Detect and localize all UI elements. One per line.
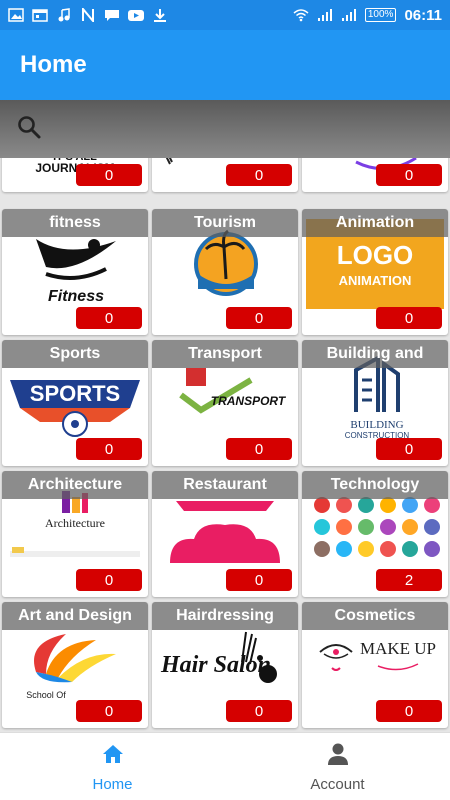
signal-icon-2: [341, 8, 357, 22]
category-card-transport[interactable]: TRANSPORT Transport 0: [152, 340, 298, 466]
category-card-hairdressing[interactable]: Hair Salon Hairdressing 0: [152, 602, 298, 728]
card-count-badge: 0: [76, 438, 142, 460]
svg-text:ANIMATION: ANIMATION: [339, 273, 412, 288]
card-logo-text: School Of: [26, 690, 66, 700]
calendar-icon: [32, 8, 48, 22]
card-count-badge: 0: [226, 307, 292, 329]
category-card-tourism[interactable]: Tourism 0: [152, 209, 298, 335]
card-count-badge: 0: [76, 307, 142, 329]
n-icon: [80, 6, 96, 24]
card-title: Hairdressing: [152, 602, 298, 630]
svg-text:LOGO: LOGO: [337, 240, 414, 270]
card-title: Tourism: [152, 209, 298, 237]
card-title: Architecture: [2, 471, 148, 499]
card-logo-text: TRANSPORT: [211, 394, 287, 408]
message-icon: [104, 8, 120, 22]
category-card-art-and-design[interactable]: School Of Art and Design 0: [2, 602, 148, 728]
card-count-badge: 0: [76, 164, 142, 186]
category-grid: IT'S ALLJOURNALISM 0 0 0 Fitness fitness…: [0, 158, 450, 732]
category-card-fitness[interactable]: Fitness fitness 0: [2, 209, 148, 335]
wifi-icon: [293, 8, 309, 22]
card-count-badge: 0: [376, 700, 442, 722]
page-title: Home: [20, 51, 87, 78]
nav-home[interactable]: Home: [0, 733, 225, 800]
category-card-partial-1[interactable]: IT'S ALLJOURNALISM 0: [2, 158, 148, 192]
card-count-badge: 0: [226, 700, 292, 722]
card-count-badge: 0: [226, 438, 292, 460]
clock: 06:11: [404, 6, 442, 24]
card-count-badge: 0: [226, 569, 292, 591]
category-card-partial-2[interactable]: 0: [152, 158, 298, 192]
card-title: Technology: [302, 471, 448, 499]
card-logo-text: Architecture: [45, 516, 105, 530]
download-icon: [152, 8, 168, 22]
battery-indicator: 100%: [364, 8, 397, 22]
card-count-badge: 0: [76, 700, 142, 722]
category-card-sports[interactable]: SPORTS Sports 0: [2, 340, 148, 466]
search-icon[interactable]: [16, 114, 42, 145]
card-logo-text: Hair Salon: [160, 652, 271, 678]
svg-text:BUILDING: BUILDING: [350, 419, 403, 431]
nav-account-label: Account: [310, 775, 365, 793]
card-count-badge: 2: [376, 569, 442, 591]
card-title: Transport: [152, 340, 298, 368]
card-count-badge: 0: [376, 164, 442, 186]
youtube-icon: [128, 8, 144, 22]
category-card-architecture[interactable]: Architecture Architecture 0: [2, 471, 148, 597]
card-title: Cosmetics: [302, 602, 448, 630]
account-icon[interactable]: [325, 741, 351, 772]
search-bar[interactable]: [0, 100, 450, 158]
category-card-technology[interactable]: Technology 2: [302, 471, 448, 597]
card-logo-text: Fitness: [48, 288, 104, 305]
music-icon: [56, 8, 72, 22]
category-card-animation[interactable]: LOGO ANIMATION Animation 0: [302, 209, 448, 335]
bottom-navigation: Home Account: [0, 732, 450, 800]
card-count-badge: 0: [226, 164, 292, 186]
card-logo-text: SPORTS: [30, 381, 120, 406]
signal-icon: [317, 8, 333, 22]
card-count-badge: 0: [376, 438, 442, 460]
card-logo-text: MAKE UP: [360, 639, 436, 658]
card-title: Animation: [302, 209, 448, 237]
nav-home-label: Home: [92, 775, 133, 793]
app-bar: Home: [0, 30, 450, 100]
card-count-badge: 0: [376, 307, 442, 329]
home-icon[interactable]: [100, 741, 126, 772]
category-card-partial-3[interactable]: 0: [302, 158, 448, 192]
image-icon: [8, 8, 24, 22]
category-card-building[interactable]: BUILDING CONSTRUCTION Building and 0: [302, 340, 448, 466]
card-count-badge: 0: [76, 569, 142, 591]
app-screen: 100% 06:11 Home IT'S ALLJOURNALISM 0 0: [0, 0, 450, 800]
card-title: Art and Design: [2, 602, 148, 630]
card-title: Sports: [2, 340, 148, 368]
status-bar: 100% 06:11: [0, 0, 450, 30]
card-title: fitness: [2, 209, 148, 237]
card-title: Building and: [302, 340, 448, 368]
card-title: Restaurant: [152, 471, 298, 499]
nav-account[interactable]: Account: [225, 733, 450, 800]
category-card-restaurant[interactable]: Restaurant 0: [152, 471, 298, 597]
category-card-cosmetics[interactable]: MAKE UP Cosmetics 0: [302, 602, 448, 728]
